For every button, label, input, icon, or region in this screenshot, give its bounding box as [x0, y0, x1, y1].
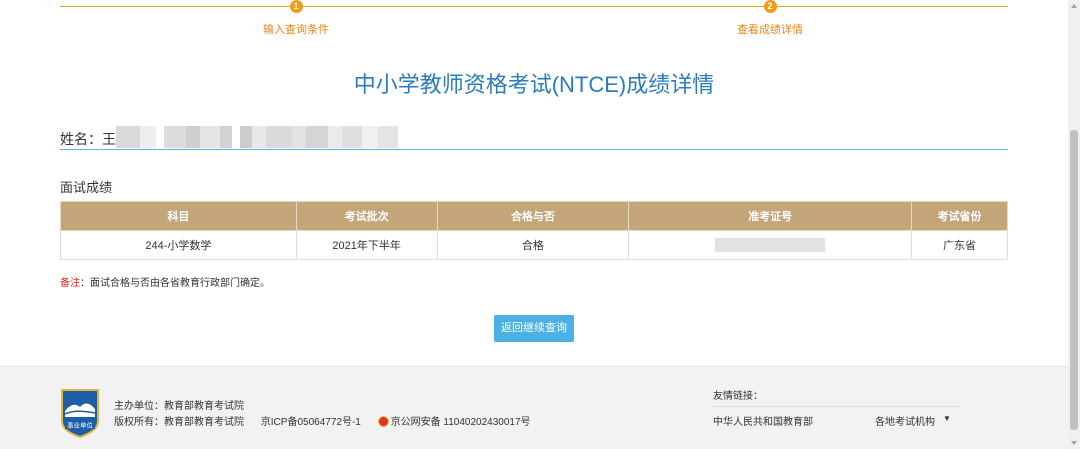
step-2-label: 查看成绩详情	[737, 24, 803, 36]
vertical-scrollbar[interactable]	[1068, 0, 1080, 449]
ticket-redacted-blur	[715, 238, 826, 252]
cell-pass: 合格	[436, 230, 630, 260]
badge-text: 事业单位	[67, 421, 94, 430]
header-pass: 合格与否	[436, 201, 630, 231]
table-header-row: 科目 考试批次 合格与否 准考证号 考试省份	[60, 201, 1008, 231]
friendly-links: 友情链接： 中华人民共和国教育部 各地考试机构 ▼	[713, 387, 960, 428]
step-line	[60, 6, 1008, 7]
step-2-number: 2	[763, 0, 777, 13]
scroll-up-icon[interactable]	[1071, 4, 1077, 8]
name-label: 姓名：王	[60, 131, 116, 147]
step-indicator: 1 输入查询条件 2 查看成绩详情	[60, 0, 1008, 40]
footer-copyright: 版权所有：教育部教育考试院	[114, 417, 244, 428]
links-title: 友情链接：	[713, 387, 960, 407]
header-subject: 科目	[60, 201, 297, 231]
footer: 事业单位 主办单位：教育部教育考试院 版权所有：教育部教育考试院 京ICP备05…	[0, 366, 1068, 449]
page-title: 中小学教师资格考试(NTCE)成绩详情	[353, 72, 715, 97]
step-1-number: 1	[289, 0, 303, 13]
dropdown-arrow-icon[interactable]: ▼	[943, 414, 951, 423]
step-1: 1 输入查询条件	[236, 0, 356, 37]
cell-batch: 2021年下半年	[295, 230, 438, 260]
section-title: 面试成绩	[60, 180, 113, 195]
table-row: 244-小学数学 2021年下半年 合格 广东省	[60, 230, 1008, 260]
footer-icp[interactable]: 京ICP备05064772号-1	[261, 417, 361, 428]
step-1-label: 输入查询条件	[263, 24, 329, 36]
scroll-down-icon[interactable]	[1071, 441, 1077, 445]
cell-ticket-number	[628, 230, 913, 260]
step-2: 2 查看成绩详情	[710, 0, 830, 37]
footer-host: 主办单位：教育部教育考试院	[114, 401, 244, 412]
footer-police-record[interactable]: 京公网安备 11040202430017号	[377, 416, 545, 428]
cell-subject: 244-小学数学	[60, 230, 297, 260]
header-province: 考试省份	[911, 201, 1008, 231]
remark: 备注：面试合格与否由各省教育行政部门确定。	[60, 274, 270, 289]
remark-key: 备注	[60, 278, 80, 289]
institution-badge-icon: 事业单位	[59, 387, 101, 439]
page: 1 输入查询条件 2 查看成绩详情 中小学教师资格考试(NTCE)成绩详情 姓名…	[0, 0, 1068, 449]
name-row: 姓名：王	[60, 126, 1008, 150]
scrollbar-thumb[interactable]	[1070, 130, 1078, 430]
links-row: 中华人民共和国教育部 各地考试机构 ▼	[713, 413, 960, 428]
police-emblem-icon	[377, 416, 389, 427]
score-table: 科目 考试批次 合格与否 准考证号 考试省份 244-小学数学 2021年下半年…	[60, 201, 1008, 260]
remark-text: ：面试合格与否由各省教育行政部门确定。	[80, 278, 270, 289]
footer-copyright-row: 版权所有：教育部教育考试院 京ICP备05064772号-1 京公网安备 110…	[114, 415, 559, 431]
link-ministry-of-education[interactable]: 中华人民共和国教育部	[713, 413, 813, 428]
cell-province: 广东省	[911, 230, 1008, 260]
footer-police-text: 京公网安备 11040202430017号	[390, 417, 531, 428]
footer-info: 主办单位：教育部教育考试院 版权所有：教育部教育考试院 京ICP备0506477…	[114, 399, 559, 431]
name-redacted-mosaic	[116, 126, 406, 148]
back-query-button[interactable]: 返回继续查询	[494, 315, 574, 342]
header-ticket-number: 准考证号	[628, 201, 913, 231]
header-batch: 考试批次	[295, 201, 438, 231]
link-local-exam-institutions[interactable]: 各地考试机构	[875, 413, 935, 428]
